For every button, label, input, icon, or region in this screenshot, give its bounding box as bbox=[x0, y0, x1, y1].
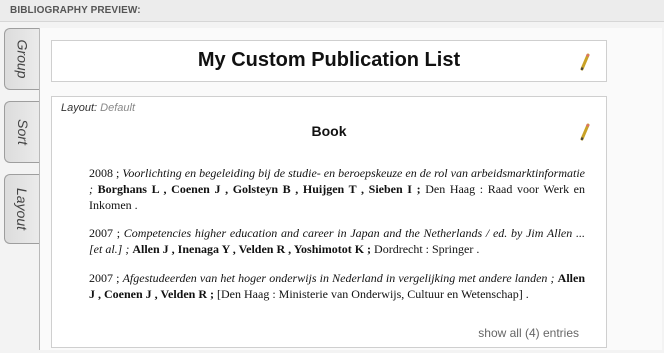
show-all-entries-link[interactable]: show all (4) entries bbox=[478, 326, 579, 340]
section-heading-book: Book bbox=[311, 123, 347, 139]
layout-value: Default bbox=[100, 102, 136, 114]
entry-end: . bbox=[522, 287, 529, 301]
tab-group[interactable]: Group bbox=[4, 28, 40, 90]
layout-box: Layout: Default Book 2008 ; Voorlichting… bbox=[51, 96, 607, 348]
entry-title: Afgestudeerden van het hoger onderwijs i… bbox=[122, 271, 548, 285]
tab-group-label: Group bbox=[14, 39, 31, 79]
entry-separator: ; bbox=[547, 271, 558, 285]
publication-list-title: My Custom Publication List bbox=[197, 49, 461, 71]
section-header: BIBLIOGRAPHY PREVIEW: bbox=[0, 0, 664, 22]
bibliography-entry: 2008 ; Voorlichting en begeleiding bij d… bbox=[89, 165, 585, 213]
tab-sort[interactable]: Sort bbox=[4, 101, 40, 163]
entry-end: . bbox=[131, 198, 138, 212]
entry-end: . bbox=[473, 242, 480, 256]
entry-publisher: Dordrecht : Springer bbox=[374, 242, 474, 256]
entry-separator: ; bbox=[113, 166, 123, 180]
entry-separator: ; bbox=[89, 182, 98, 196]
tab-sort-label: Sort bbox=[14, 119, 31, 145]
layout-indicator: Layout: Default bbox=[61, 102, 135, 114]
entry-authors: Borghans L , Coenen J , Golsteyn B , Hui… bbox=[97, 182, 421, 196]
entry-year: 2007 bbox=[89, 271, 113, 285]
entry-separator: ; bbox=[113, 271, 123, 285]
publication-title-box: My Custom Publication List bbox=[51, 40, 607, 82]
pencil-icon[interactable] bbox=[578, 53, 592, 71]
layout-label: Layout: bbox=[61, 102, 98, 114]
pencil-icon[interactable] bbox=[578, 123, 592, 141]
entry-year: 2008 bbox=[89, 166, 113, 180]
tab-layout[interactable]: Layout bbox=[4, 174, 40, 244]
bibliography-entry: 2007 ; Afgestudeerden van het hoger onde… bbox=[89, 270, 585, 302]
entry-separator: ; bbox=[122, 242, 133, 256]
entry-authors: Allen J , Inenaga Y , Velden R , Yoshimo… bbox=[132, 242, 372, 256]
entry-year: 2007 bbox=[89, 226, 113, 240]
tab-layout-label: Layout bbox=[14, 187, 31, 231]
entry-title: Voorlichting en begeleiding bij de studi… bbox=[122, 166, 585, 180]
entry-publisher: [Den Haag : Ministerie van Onderwijs, Cu… bbox=[217, 287, 523, 301]
bibliography-entry: 2007 ; Competencies higher education and… bbox=[89, 225, 585, 257]
entry-separator: ; bbox=[113, 226, 124, 240]
